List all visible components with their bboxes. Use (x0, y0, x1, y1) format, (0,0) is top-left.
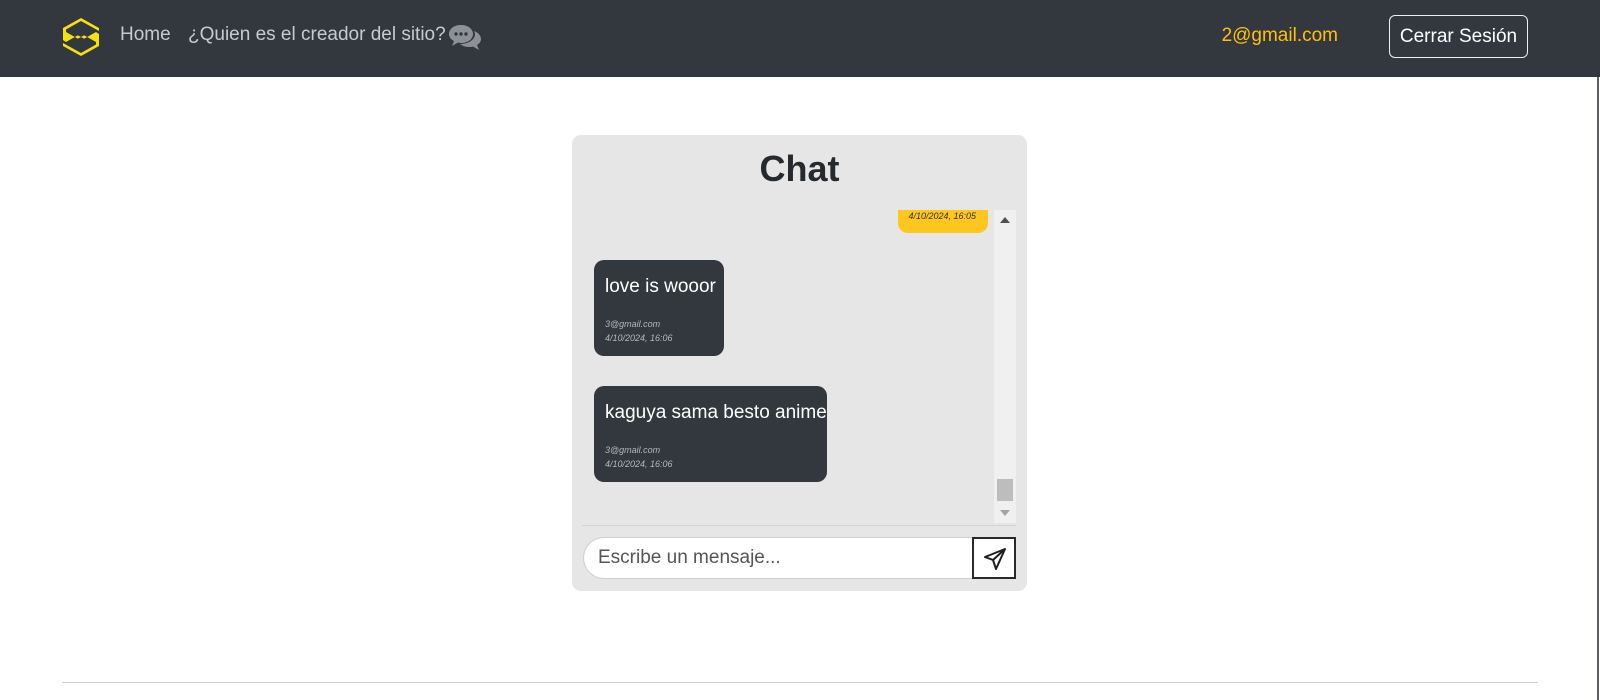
message-text: kaguya sama besto anime (605, 402, 827, 423)
message-text: love is wooor (605, 276, 716, 297)
message-scrollbar[interactable] (994, 210, 1016, 523)
message-time: 4/10/2024, 16:06 (605, 459, 673, 469)
navbar: Home ¿Quien es el creador del sitio? 2@g… (0, 0, 1600, 77)
message-time: 4/10/2024, 16:06 (605, 333, 673, 343)
scroll-down-arrow-icon[interactable] (1000, 510, 1010, 516)
message-own: 4/10/2024, 16:05 (898, 210, 988, 233)
message-author: 3@gmail.com (605, 445, 661, 455)
chat-bubbles-icon[interactable] (448, 22, 482, 52)
s-logo-icon[interactable] (62, 17, 100, 57)
scroll-up-arrow-icon[interactable] (1000, 217, 1010, 223)
message-other: kaguya sama besto anime 3@gmail.com 4/10… (594, 386, 827, 482)
chat-title: Chat (759, 148, 840, 189)
chat-card: Chat 4/10/2024, 16:05 love is wooor 3@gm… (572, 135, 1027, 591)
logout-button[interactable]: Cerrar Sesión (1389, 15, 1528, 58)
message-input[interactable] (583, 537, 976, 579)
page: Home ¿Quien es el creador del sitio? 2@g… (0, 0, 1600, 700)
send-paper-plane-icon (984, 548, 1006, 570)
user-email[interactable]: 2@gmail.com (1222, 25, 1338, 47)
message-author: 3@gmail.com (605, 319, 661, 329)
send-button[interactable] (972, 537, 1016, 579)
footer-divider (62, 682, 1538, 683)
message-time: 4/10/2024, 16:05 (908, 211, 976, 221)
nav-link-creator[interactable]: ¿Quien es el creador del sitio? (188, 24, 446, 46)
window-edge (1597, 77, 1599, 700)
message-other: love is wooor 3@gmail.com 4/10/2024, 16:… (594, 260, 724, 356)
message-list[interactable]: 4/10/2024, 16:05 love is wooor 3@gmail.c… (582, 210, 988, 523)
nav-link-home[interactable]: Home (120, 24, 171, 46)
scrollbar-thumb[interactable] (997, 479, 1013, 501)
divider (582, 525, 1016, 526)
